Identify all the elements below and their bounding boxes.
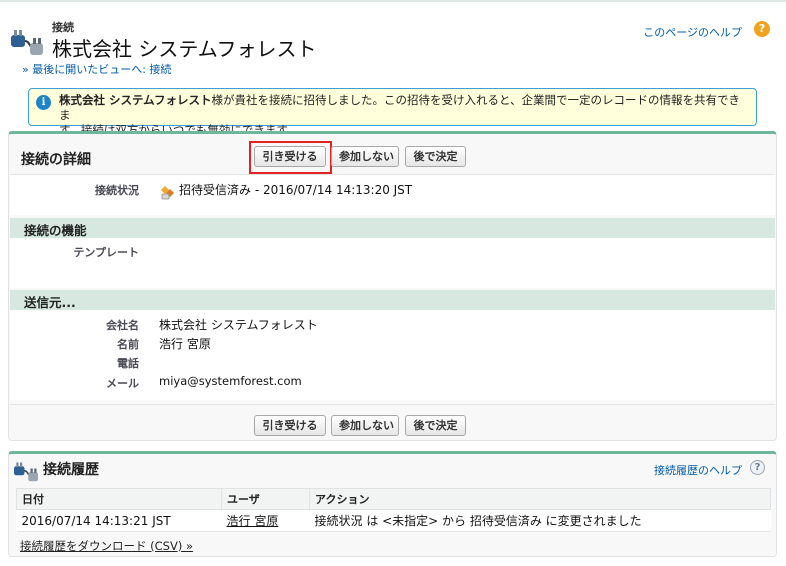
connection-plug-icon (14, 462, 38, 482)
column-header-action: アクション (309, 488, 771, 510)
invitation-status-icon (161, 186, 174, 200)
history-user-link[interactable]: 浩行 宮原 (227, 514, 279, 528)
info-company-name: 株式会社 システムフォレスト (59, 93, 212, 107)
status-value: 招待受信済み - 2016/07/14 14:13:20 JST (179, 183, 413, 197)
back-to-list-link[interactable]: » 最後に開いたビューへ: 接続 (22, 61, 171, 77)
page-title: 株式会社 システムフォレスト (52, 37, 317, 61)
connection-history-panel: 接続履歴 接続履歴のヘルプ ? 日付 ユーザ アクション 2016/07/14 … (8, 451, 777, 557)
decide-later-button-bottom[interactable]: 後で決定 (405, 415, 466, 436)
detail-panel-title: 接続の詳細 (21, 152, 91, 168)
company-value: 株式会社 システムフォレスト (159, 318, 318, 332)
table-row: 2016/07/14 14:13:21 JST 浩行 宮原 接続状況 は <未指… (16, 509, 771, 532)
history-table: 日付 ユーザ アクション 2016/07/14 14:13:21 JST 浩行 … (16, 488, 771, 532)
decline-button[interactable]: 参加しない (331, 146, 399, 167)
accept-button-bottom[interactable]: 引き受ける (254, 415, 326, 436)
email-value: miya@systemforest.com (159, 374, 302, 388)
accept-button[interactable]: 引き受ける (254, 146, 326, 167)
history-date-cell: 2016/07/14 14:13:21 JST (16, 509, 222, 532)
company-label: 会社名 (106, 319, 139, 332)
history-help-icon[interactable]: ? (750, 460, 765, 475)
email-label: メール (106, 377, 139, 390)
divider (10, 404, 775, 405)
template-label: テンプレート (73, 246, 139, 259)
status-label: 接続状況 (95, 184, 139, 197)
info-icon: i (36, 95, 51, 110)
page-help-link[interactable]: このページのヘルプ (643, 24, 742, 40)
name-value: 浩行 宮原 (159, 337, 211, 351)
section-header-features: 接続の機能 (10, 218, 775, 238)
connection-plug-icon (11, 30, 43, 55)
phone-label: 電話 (117, 357, 139, 370)
decline-button-bottom[interactable]: 参加しない (331, 415, 399, 436)
history-help-link[interactable]: 接続履歴のヘルプ (654, 462, 742, 478)
help-icon[interactable]: ? (754, 21, 770, 37)
column-header-user: ユーザ (221, 488, 310, 510)
top-border (0, 0, 786, 2)
section-header-sender: 送信元... (10, 290, 775, 310)
connection-detail-panel: 接続の詳細 引き受ける 参加しない 後で決定 接続状況 招待受信済み - 201… (8, 131, 777, 441)
download-history-csv-link[interactable]: 接続履歴をダウンロード (CSV) » (20, 538, 193, 554)
name-label: 名前 (117, 338, 139, 351)
history-title: 接続履歴 (43, 462, 99, 478)
history-action-cell: 接続状況 は <未指定> から 招待受信済み に変更されました (309, 509, 771, 532)
column-header-date: 日付 (16, 488, 222, 510)
history-user-cell: 浩行 宮原 (221, 509, 310, 532)
table-header-row: 日付 ユーザ アクション (16, 488, 771, 510)
decide-later-button[interactable]: 後で決定 (405, 146, 466, 167)
info-message-box: i 株式会社 システムフォレスト様が貴社を接続に招待しました。この招待を受け入れ… (28, 88, 757, 137)
